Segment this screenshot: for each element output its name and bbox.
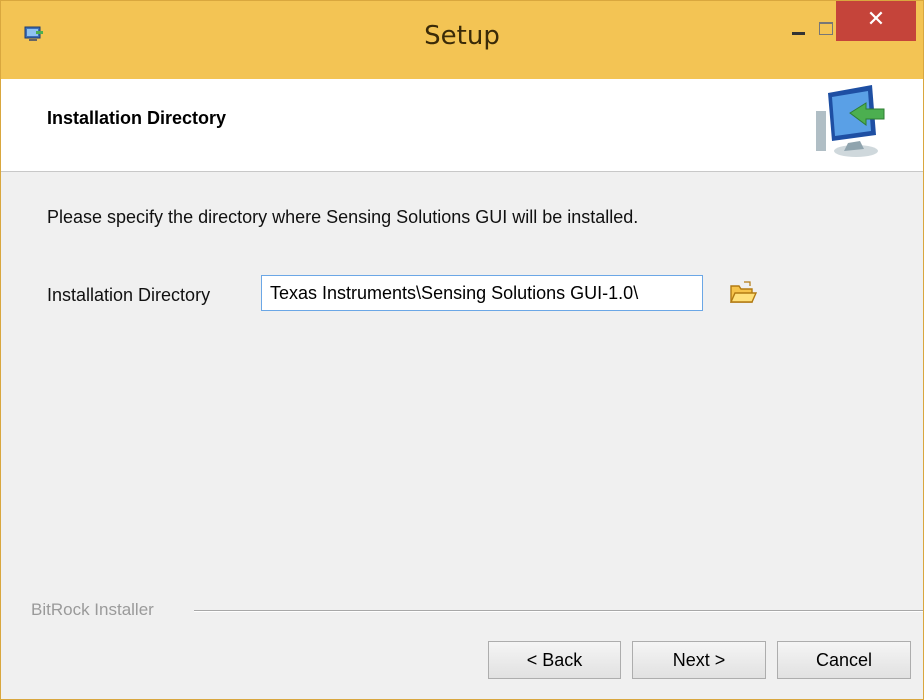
back-button[interactable]: < Back [488,641,621,679]
setup-window: Setup ✕ Installation Directory Please sp… [0,0,924,700]
title-bar[interactable]: Setup ✕ [1,1,923,79]
computer-install-arrow-icon [804,83,886,163]
wizard-header: Installation Directory [1,79,923,172]
footer-divider [194,610,923,612]
maximize-icon [819,22,833,35]
close-icon: ✕ [866,7,886,32]
next-button[interactable]: Next > [632,641,766,679]
page-title: Installation Directory [47,108,227,128]
cancel-button[interactable]: Cancel [777,641,911,679]
folder-open-icon [729,281,758,303]
directory-input[interactable] [261,275,703,311]
close-button[interactable]: ✕ [836,1,916,41]
instruction-text: Please specify the directory where Sensi… [47,207,639,227]
directory-label: Installation Directory [47,285,211,305]
browse-folder-button[interactable] [728,280,758,306]
installer-brand-label: BitRock Installer [31,600,154,619]
